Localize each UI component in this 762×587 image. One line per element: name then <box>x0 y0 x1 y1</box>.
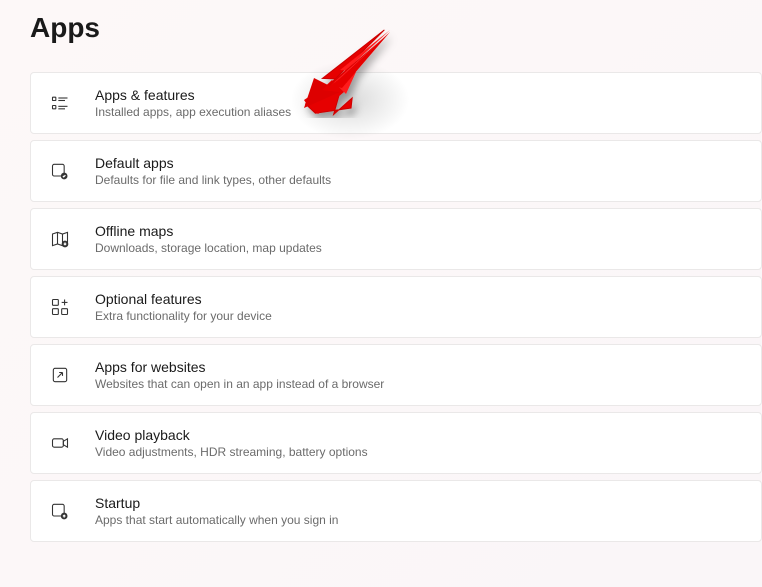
item-text: Optional features Extra functionality fo… <box>95 291 272 323</box>
settings-item-offline-maps[interactable]: Offline maps Downloads, storage location… <box>30 208 762 270</box>
settings-item-apps-features[interactable]: Apps & features Installed apps, app exec… <box>30 72 762 134</box>
settings-list: Apps & features Installed apps, app exec… <box>30 72 762 546</box>
item-text: Offline maps Downloads, storage location… <box>95 223 322 255</box>
item-text: Video playback Video adjustments, HDR st… <box>95 427 368 459</box>
offline-maps-icon <box>49 228 71 250</box>
settings-item-optional-features[interactable]: Optional features Extra functionality fo… <box>30 276 762 338</box>
item-title: Apps & features <box>95 87 291 103</box>
video-playback-icon <box>49 432 71 454</box>
item-desc: Installed apps, app execution aliases <box>95 105 291 119</box>
apps-websites-icon <box>49 364 71 386</box>
item-text: Startup Apps that start automatically wh… <box>95 495 338 527</box>
settings-item-default-apps[interactable]: Default apps Defaults for file and link … <box>30 140 762 202</box>
item-desc: Extra functionality for your device <box>95 309 272 323</box>
default-apps-icon <box>49 160 71 182</box>
startup-icon <box>49 500 71 522</box>
item-desc: Apps that start automatically when you s… <box>95 513 338 527</box>
settings-item-startup[interactable]: Startup Apps that start automatically wh… <box>30 480 762 542</box>
item-text: Default apps Defaults for file and link … <box>95 155 331 187</box>
item-title: Startup <box>95 495 338 511</box>
item-desc: Defaults for file and link types, other … <box>95 173 331 187</box>
item-title: Optional features <box>95 291 272 307</box>
settings-item-apps-websites[interactable]: Apps for websites Websites that can open… <box>30 344 762 406</box>
page-title: Apps <box>30 12 762 44</box>
item-title: Video playback <box>95 427 368 443</box>
item-title: Offline maps <box>95 223 322 239</box>
item-desc: Downloads, storage location, map updates <box>95 241 322 255</box>
item-title: Apps for websites <box>95 359 384 375</box>
apps-features-icon <box>49 92 71 114</box>
item-desc: Websites that can open in an app instead… <box>95 377 384 391</box>
item-text: Apps & features Installed apps, app exec… <box>95 87 291 119</box>
item-desc: Video adjustments, HDR streaming, batter… <box>95 445 368 459</box>
optional-features-icon <box>49 296 71 318</box>
settings-item-video-playback[interactable]: Video playback Video adjustments, HDR st… <box>30 412 762 474</box>
item-title: Default apps <box>95 155 331 171</box>
item-text: Apps for websites Websites that can open… <box>95 359 384 391</box>
